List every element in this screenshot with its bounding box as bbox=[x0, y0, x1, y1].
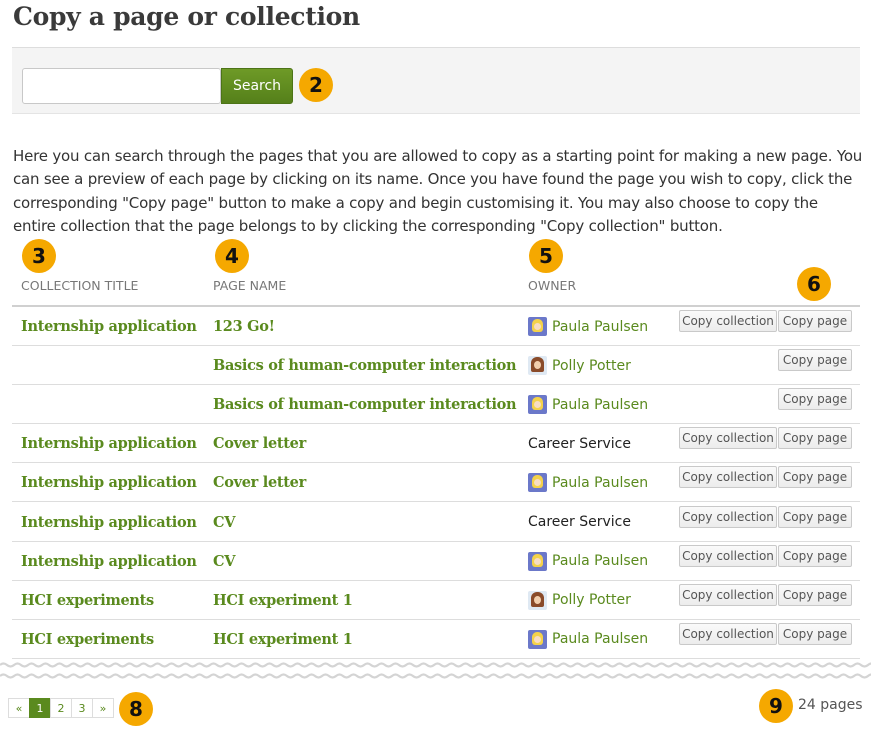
page-name-link[interactable]: Cover letter bbox=[213, 424, 306, 463]
page-name-link[interactable]: Basics of human-computer interaction bbox=[213, 346, 517, 385]
collection-title-link[interactable]: Internship application bbox=[21, 503, 197, 542]
collection-title-link[interactable]: Internship application bbox=[21, 424, 197, 463]
copy-page-button[interactable]: Copy page bbox=[778, 505, 852, 528]
collection-title-link[interactable]: HCI experiments bbox=[21, 581, 154, 620]
avatar bbox=[528, 590, 547, 610]
avatar bbox=[528, 395, 547, 415]
table-row: HCI experiments HCI experiment 1 Paula Pau… bbox=[12, 620, 860, 659]
callout-badge: 4 bbox=[215, 239, 249, 273]
owner-link[interactable]: Paula Paulsen bbox=[552, 319, 648, 335]
collection-title-link[interactable]: Internship application bbox=[21, 463, 197, 502]
owner-cell: Career Service bbox=[528, 424, 631, 463]
table-row: Internship application 123 Go! Paula Pauls… bbox=[12, 307, 860, 346]
page-name-link[interactable]: Basics of human-computer interaction bbox=[213, 385, 517, 424]
callout-badge: 8 bbox=[119, 692, 153, 726]
column-header-collection-title: Collection title bbox=[21, 278, 139, 293]
owner-cell: Paula Paulsen bbox=[528, 463, 648, 502]
avatar bbox=[528, 317, 547, 336]
owner-name: Career Service bbox=[528, 435, 631, 452]
avatar bbox=[528, 356, 547, 376]
owner-cell: Polly Potter bbox=[528, 346, 631, 385]
page-name-link[interactable]: HCI experiment 1 bbox=[213, 581, 353, 620]
copy-page-button[interactable]: Copy page bbox=[778, 388, 852, 411]
collection-title-link[interactable]: Internship application bbox=[21, 307, 197, 346]
callout-badge: 2 bbox=[299, 68, 333, 102]
page-break-divider bbox=[0, 662, 871, 679]
copy-page-button[interactable]: Copy page bbox=[778, 544, 852, 567]
owner-cell: Paula Paulsen bbox=[528, 307, 648, 346]
owner-link[interactable]: Paula Paulsen bbox=[552, 475, 648, 491]
copy-page-button[interactable]: Copy page bbox=[778, 583, 852, 606]
copy-page-button[interactable]: Copy page bbox=[778, 466, 852, 489]
table-row: Internship application CV Paula Paulsen Cop… bbox=[12, 542, 860, 581]
copy-collection-button[interactable]: Copy collection bbox=[679, 583, 777, 606]
description-text: Here you can search through the pages th… bbox=[13, 147, 863, 235]
avatar bbox=[528, 629, 547, 649]
page-name-link[interactable]: CV bbox=[213, 503, 236, 542]
pagination-prev[interactable]: « bbox=[8, 698, 30, 718]
copy-collection-button[interactable]: Copy collection bbox=[679, 427, 777, 450]
owner-link[interactable]: Paula Paulsen bbox=[552, 397, 648, 413]
pagination: « 1 2 3 » bbox=[8, 698, 114, 718]
table-row: Internship application Cover letter Career… bbox=[12, 424, 860, 464]
pagination-page-3[interactable]: 3 bbox=[71, 698, 93, 718]
page-title: Copy a page or collection bbox=[13, 2, 360, 31]
pagination-page-1[interactable]: 1 bbox=[29, 698, 51, 718]
page-name-link[interactable]: HCI experiment 1 bbox=[213, 620, 353, 659]
callout-badge: 9 bbox=[759, 689, 793, 723]
results-count: 24 pages bbox=[798, 697, 863, 713]
avatar bbox=[528, 473, 547, 493]
owner-link[interactable]: Paula Paulsen bbox=[552, 631, 648, 647]
copy-page-button[interactable]: Copy page bbox=[778, 427, 852, 450]
owner-name: Career Service bbox=[528, 514, 631, 530]
table-row: Internship application CV Career Service Co… bbox=[12, 503, 860, 542]
page-name-link[interactable]: 123 Go! bbox=[213, 307, 275, 346]
owner-cell: Paula Paulsen bbox=[528, 542, 648, 581]
owner-link[interactable]: Polly Potter bbox=[552, 592, 631, 608]
avatar bbox=[528, 551, 547, 571]
copy-page-button[interactable]: Copy page bbox=[778, 310, 852, 332]
table-row: Internship application Cover letter Paula … bbox=[12, 463, 860, 503]
callout-badge: 3 bbox=[22, 239, 56, 273]
search-bar: Search bbox=[12, 47, 860, 114]
owner-cell: Paula Paulsen bbox=[528, 385, 648, 424]
owner-cell: Polly Potter bbox=[528, 581, 631, 620]
table-row: Basics of human-computer interaction Paul… bbox=[12, 385, 860, 425]
column-header-page-name: Page name bbox=[213, 278, 287, 293]
page-name-link[interactable]: Cover letter bbox=[213, 463, 306, 502]
table-row: HCI experiments HCI experiment 1 Polly Pot… bbox=[12, 581, 860, 620]
owner-cell: Paula Paulsen bbox=[528, 620, 648, 659]
pagination-page-2[interactable]: 2 bbox=[50, 698, 72, 718]
table-row: Basics of human-computer interaction Poll… bbox=[12, 346, 860, 386]
collection-title-link[interactable]: Internship application bbox=[21, 542, 197, 581]
owner-link[interactable]: Paula Paulsen bbox=[552, 553, 648, 569]
copy-collection-button[interactable]: Copy collection bbox=[679, 310, 777, 332]
page-name-link[interactable]: CV bbox=[213, 542, 236, 581]
owner-cell: Career Service bbox=[528, 503, 631, 542]
search-button[interactable]: Search bbox=[221, 68, 293, 104]
callout-badge: 6 bbox=[797, 267, 831, 301]
collection-title-link[interactable]: HCI experiments bbox=[21, 620, 154, 659]
copy-collection-button[interactable]: Copy collection bbox=[679, 505, 777, 528]
callout-badge: 5 bbox=[529, 239, 563, 273]
copy-collection-button[interactable]: Copy collection bbox=[679, 544, 777, 567]
column-header-owner: Owner bbox=[528, 278, 577, 293]
copy-collection-button[interactable]: Copy collection bbox=[679, 622, 777, 645]
copy-page-button[interactable]: Copy page bbox=[778, 349, 852, 372]
copy-page-button[interactable]: Copy page bbox=[778, 622, 852, 645]
pagination-next[interactable]: » bbox=[92, 698, 114, 718]
copy-collection-button[interactable]: Copy collection bbox=[679, 466, 777, 489]
owner-link[interactable]: Polly Potter bbox=[552, 358, 631, 374]
search-input[interactable] bbox=[22, 68, 221, 104]
